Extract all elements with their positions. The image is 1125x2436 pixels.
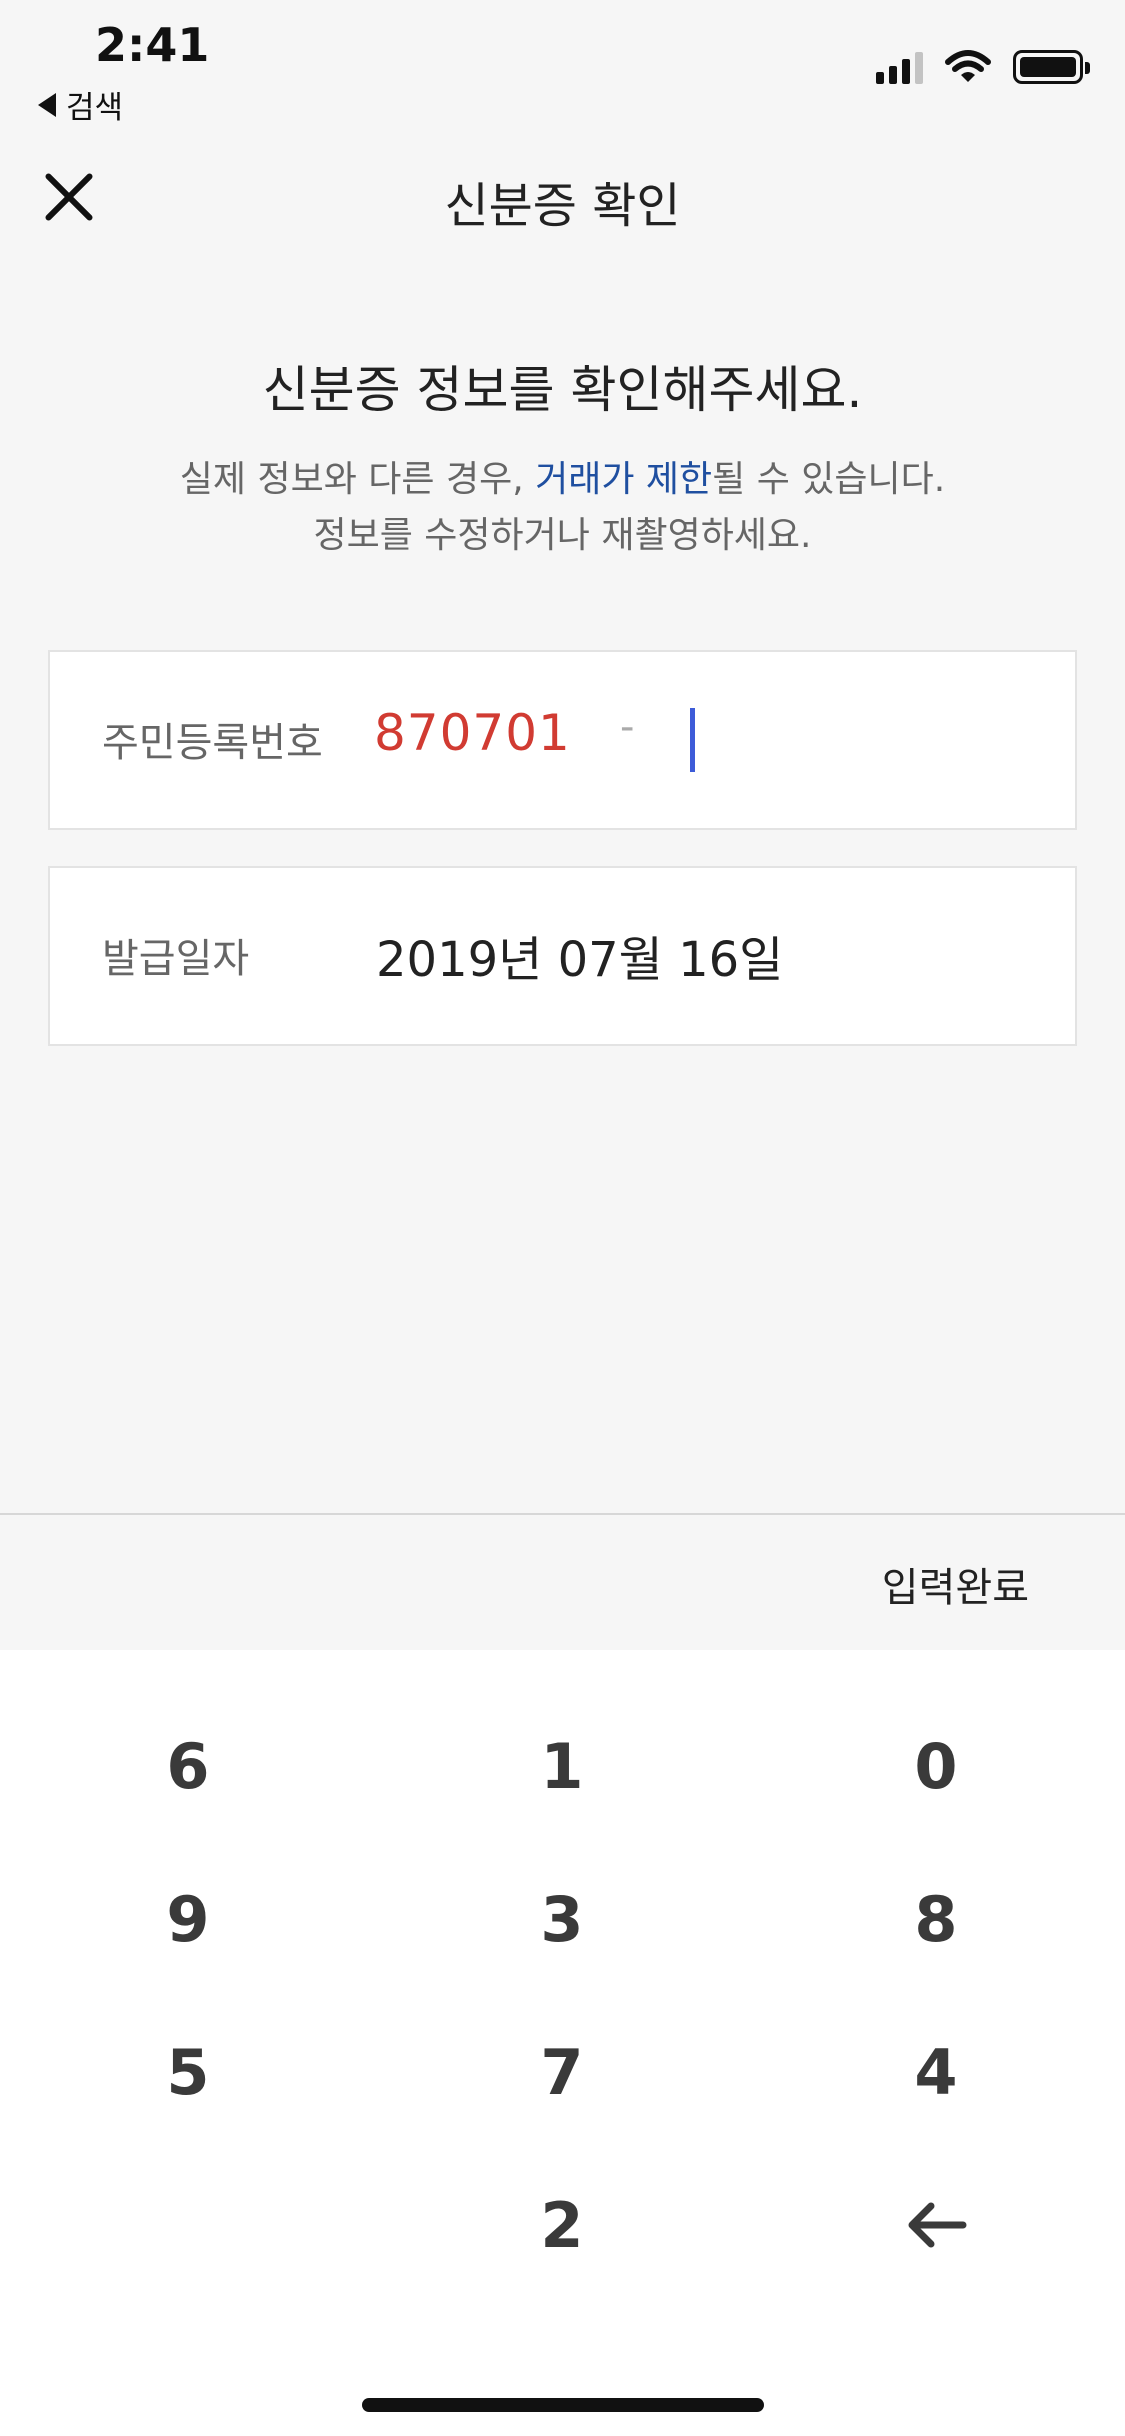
wifi-icon (945, 50, 991, 82)
rrn-front-value[interactable]: 870701 (374, 704, 571, 762)
issue-date-value[interactable]: 2019년 07월 16일 (376, 920, 783, 990)
back-label: 검색 (66, 90, 124, 126)
input-done-button[interactable]: 입력완료 (882, 1555, 1029, 1613)
keypad-toolbar: 입력완료 (0, 1513, 1125, 1650)
signal-icon (876, 50, 923, 84)
empty-key (28, 2155, 348, 2295)
status-icons (876, 50, 1090, 84)
page-title: 신분증 확인 (444, 178, 681, 234)
confirm-heading: 신분증 정보를 확인해주세요. (262, 361, 863, 419)
key[interactable]: 6 (28, 1696, 348, 1836)
key[interactable]: 8 (776, 1849, 1096, 1989)
key[interactable]: 9 (28, 1849, 348, 1989)
key[interactable]: 0 (776, 1696, 1096, 1836)
key[interactable]: 1 (402, 1696, 722, 1836)
back-to-search-button[interactable]: 검색 (38, 82, 123, 127)
rrn-label: 주민등록번호 (102, 720, 323, 766)
backspace-key[interactable] (776, 2155, 1096, 2295)
description-line-1: 실제 정보와 다른 경우, 거래가 제한될 수 있습니다. (179, 459, 946, 500)
backspace-arrow-icon (908, 2202, 967, 2248)
back-triangle-icon (38, 92, 56, 117)
rrn-field[interactable]: 주민등록번호 870701 - (48, 650, 1077, 830)
issue-date-label: 발급일자 (102, 936, 250, 982)
status-time: 2:41 (95, 18, 210, 72)
key[interactable]: 2 (402, 2155, 722, 2295)
key[interactable]: 3 (402, 1849, 722, 1989)
rrn-separator: - (620, 704, 635, 750)
home-indicator[interactable] (362, 2398, 764, 2412)
text-cursor (690, 708, 695, 772)
key[interactable]: 5 (28, 2002, 348, 2142)
number-keypad: 6 1 0 9 3 8 5 7 4 2 (0, 1650, 1125, 2436)
trade-restriction-link[interactable]: 거래가 제한 (535, 459, 712, 500)
issue-date-field[interactable]: 발급일자 2019년 07월 16일 (48, 866, 1077, 1046)
screen: 2:41 검색 신분증 확인 신분증 정보를 확인해주세요. 실제 정보와 다른… (0, 0, 1125, 2436)
key[interactable]: 4 (776, 2002, 1096, 2142)
description-line-2: 정보를 수정하거나 재촬영하세요. (313, 515, 812, 556)
battery-icon (1013, 50, 1090, 84)
description: 실제 정보와 다른 경우, 거래가 제한될 수 있습니다. 정보를 수정하거나 … (0, 452, 1125, 564)
key[interactable]: 7 (402, 2002, 722, 2142)
